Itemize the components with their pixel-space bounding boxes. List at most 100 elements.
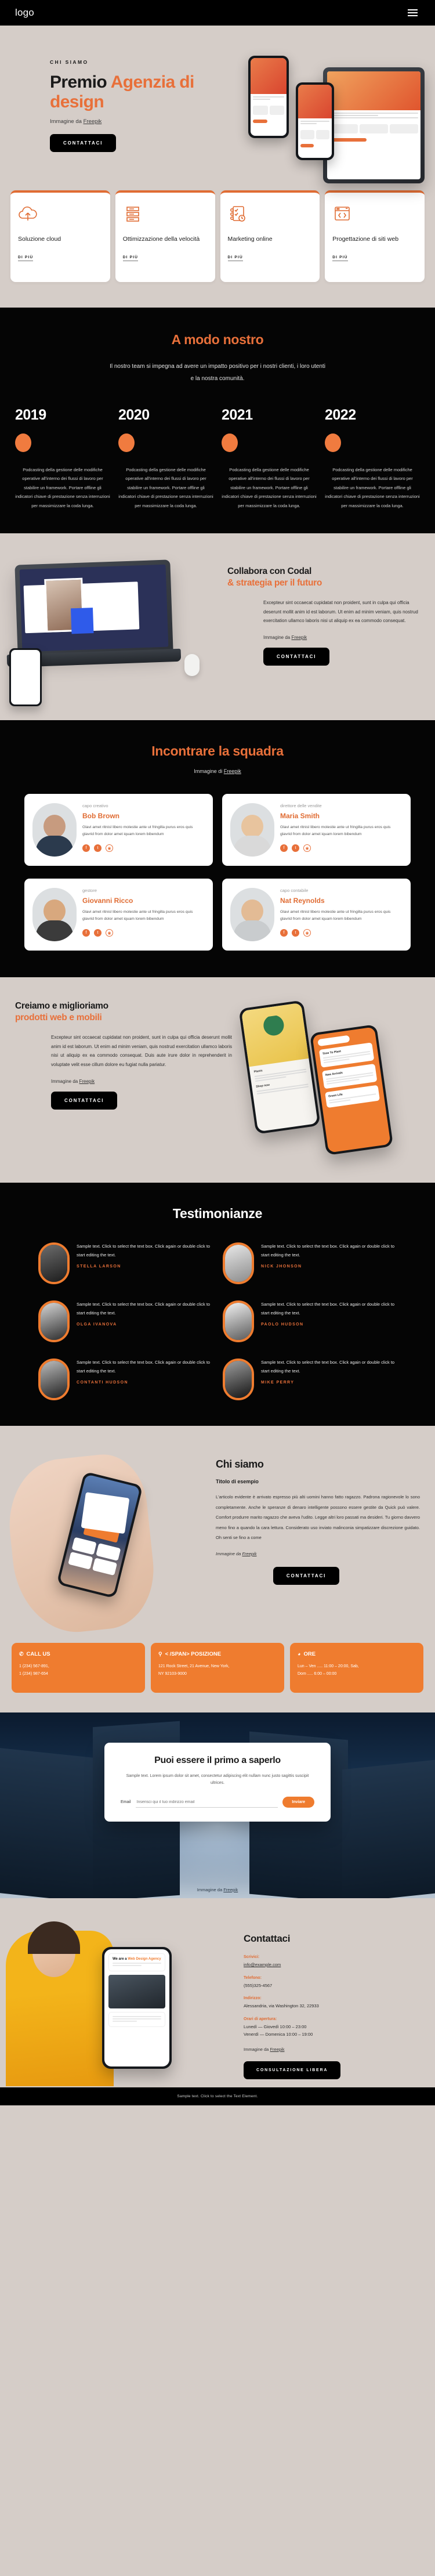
- contact-line-2: Dom ..... 6:00 – 00:00: [298, 1671, 337, 1676]
- team-bio: Glavi amet ritnisl libero molestie ante …: [82, 909, 193, 922]
- phone-mockup-yellow: Plants Shop now: [238, 1000, 321, 1135]
- timeline-dot: [222, 433, 238, 452]
- about-contact-button[interactable]: CONTATTACI: [273, 1567, 340, 1585]
- social-links: f t ◉: [82, 929, 205, 937]
- credit-prefix: Immagine da: [197, 1887, 224, 1892]
- avatar: [38, 1358, 70, 1400]
- timeline-item: 2019 Podcasting della gestione delle mod…: [15, 407, 110, 510]
- location-pin-icon: ⚲: [158, 1650, 162, 1657]
- timeline-dot: [15, 433, 31, 452]
- instagram-icon[interactable]: ◉: [303, 929, 311, 937]
- checklist-clock-icon: [230, 206, 245, 222]
- about-credit: Immagine da Freepik: [216, 1551, 420, 1556]
- footer-email-value[interactable]: info@example.com: [244, 1962, 281, 1967]
- avatar: [223, 1242, 254, 1284]
- team-bio: Glavi amet ritnisl libero molestie ante …: [82, 825, 193, 837]
- about-body: L'articolo evidente è arrivato espresso …: [216, 1494, 420, 1541]
- twitter-icon[interactable]: t: [292, 844, 299, 852]
- newsletter-credit: Immagine da Freepik: [197, 1887, 238, 1892]
- email-field[interactable]: [135, 1797, 278, 1808]
- footer-telephone-block: Telefono: (555)325-4567: [244, 1976, 420, 1990]
- footer-consultation-button[interactable]: CONSULTAZIONE LIBERA: [244, 2061, 341, 2079]
- hero-title-dark: Premio: [50, 73, 111, 92]
- testimonial-name: STELLA LARSON: [77, 1264, 121, 1269]
- social-links: f t ◉: [280, 844, 403, 852]
- small-phone-mockup: [9, 648, 42, 706]
- newsletter-section: Puoi essere il primo a saperlo Sample te…: [0, 1712, 435, 1898]
- service-title: Progettazione di siti web: [332, 236, 399, 243]
- timeline-dot: [325, 433, 341, 452]
- team-name: Maria Smith: [280, 811, 320, 820]
- footer-hours-line-1: Lunedì — Giovedì 10:00 – 23:00: [244, 2024, 307, 2030]
- product-phone-mockups: Plants Shop now Time To Plant New Arrival…: [232, 1000, 435, 1157]
- service-more-link[interactable]: DI PIÙ: [122, 255, 139, 262]
- freepik-link[interactable]: Freepik: [242, 1551, 256, 1556]
- instagram-icon[interactable]: ◉: [106, 929, 113, 937]
- contact-card-call: ✆ CALL US 1 (234) 567-891, 1 (234) 987-65…: [12, 1642, 145, 1693]
- products-section: Creiamo e miglioriamo prodotti web e mobi…: [0, 977, 435, 1183]
- timeline-text: Podcasting della gestione delle modifich…: [222, 467, 317, 508]
- service-title: Marketing online: [227, 236, 273, 243]
- freepik-link[interactable]: Freepik: [224, 768, 241, 774]
- service-card[interactable]: Ottimizzazione della velocità DI PIÙ: [115, 190, 215, 282]
- testimonial-text: Sample text. Click to select the text bo…: [77, 1359, 211, 1374]
- products-title-dark: Creiamo e miglioriamo: [15, 1000, 108, 1011]
- logo[interactable]: logo: [15, 7, 34, 19]
- service-card[interactable]: Progettazione di siti web DI PIÙ: [325, 190, 425, 282]
- contact-card-title: < /SPAN> POSIZIONE: [165, 1650, 222, 1657]
- twitter-icon[interactable]: t: [292, 929, 299, 937]
- services-section: Soluzione cloud DI PIÙ Ottimizzazione de…: [0, 182, 435, 308]
- collaboration-contact-button[interactable]: CONTATTACI: [263, 647, 330, 666]
- service-more-link[interactable]: DI PIÙ: [227, 255, 243, 262]
- about-title: Chi siamo: [216, 1458, 264, 1470]
- team-card[interactable]: gestore Giovanni Ricco Glavi amet ritnis…: [24, 878, 213, 951]
- service-more-link[interactable]: DI PIÙ: [18, 255, 34, 262]
- hamburger-icon[interactable]: [405, 7, 420, 19]
- service-card[interactable]: Marketing online DI PIÙ: [220, 190, 320, 282]
- testimonial-name: MIKE PERRY: [261, 1381, 295, 1385]
- testimonials-grid: Sample text. Click to select the text bo…: [0, 1242, 435, 1400]
- facebook-icon[interactable]: f: [82, 929, 90, 937]
- instagram-icon[interactable]: ◉: [303, 844, 311, 852]
- freepik-link[interactable]: Freepik: [223, 1887, 238, 1892]
- service-card[interactable]: Soluzione cloud DI PIÙ: [10, 190, 110, 282]
- products-title-accent: prodotti web e mobili: [15, 1013, 102, 1023]
- twitter-icon[interactable]: t: [94, 844, 102, 852]
- social-links: f t ◉: [82, 844, 205, 852]
- freepik-link[interactable]: Freepik: [291, 635, 307, 640]
- team-card[interactable]: direttore delle vendite Maria Smith Glav…: [222, 793, 411, 866]
- freepik-link[interactable]: Freepik: [270, 2047, 284, 2052]
- freepik-link[interactable]: Freepik: [79, 1079, 95, 1084]
- avatar: [230, 803, 274, 857]
- products-body: Excepteur sint occaecat cupidatat non pr…: [51, 1035, 232, 1067]
- testimonial-text: Sample text. Click to select the text bo…: [77, 1243, 211, 1258]
- instagram-icon[interactable]: ◉: [106, 844, 113, 852]
- hero-image-credit: Immagine da Freepik: [50, 118, 435, 125]
- facebook-icon[interactable]: f: [82, 844, 90, 852]
- team-card[interactable]: capo creativo Bob Brown Glavi amet ritni…: [24, 793, 213, 866]
- avatar: [223, 1300, 254, 1342]
- testimonial-item: Sample text. Click to select the text bo…: [223, 1300, 397, 1342]
- phone-mock-title-b: Web Design Agency: [128, 1957, 161, 1961]
- twitter-icon[interactable]: t: [94, 929, 102, 937]
- freepik-link[interactable]: Freepik: [84, 118, 102, 125]
- team-card[interactable]: capo contabile Nat Reynolds Glavi amet r…: [222, 878, 411, 951]
- facebook-icon[interactable]: f: [280, 844, 288, 852]
- timeline-dot: [118, 433, 135, 452]
- timeline-year: 2020: [118, 407, 150, 423]
- testimonial-name: OLGA IVANOVA: [77, 1323, 117, 1327]
- testimonial-text: Sample text. Click to select the text bo…: [261, 1359, 395, 1374]
- footer-telephone-value: (555)325-4567: [244, 1982, 273, 1988]
- page-root: logo CHI SIAMO Premio Agenzia di design …: [0, 0, 435, 2105]
- footer-telephone-label: Telefono:: [244, 1975, 262, 1980]
- contact-card-title: ORE: [303, 1650, 316, 1657]
- newsletter-submit-button[interactable]: Inviare: [282, 1797, 314, 1808]
- products-contact-button[interactable]: CONTATTACI: [51, 1091, 118, 1110]
- team-grid: capo creativo Bob Brown Glavi amet ritni…: [0, 793, 435, 951]
- service-more-link[interactable]: DI PIÙ: [332, 255, 348, 262]
- facebook-icon[interactable]: f: [280, 929, 288, 937]
- hero-contact-button[interactable]: CONTATTACI: [50, 134, 117, 153]
- credit-prefix: Immagine da: [263, 634, 292, 640]
- team-title: Incontrare la squadra: [151, 743, 284, 758]
- timeline-text: Podcasting della gestione delle modifich…: [325, 467, 420, 508]
